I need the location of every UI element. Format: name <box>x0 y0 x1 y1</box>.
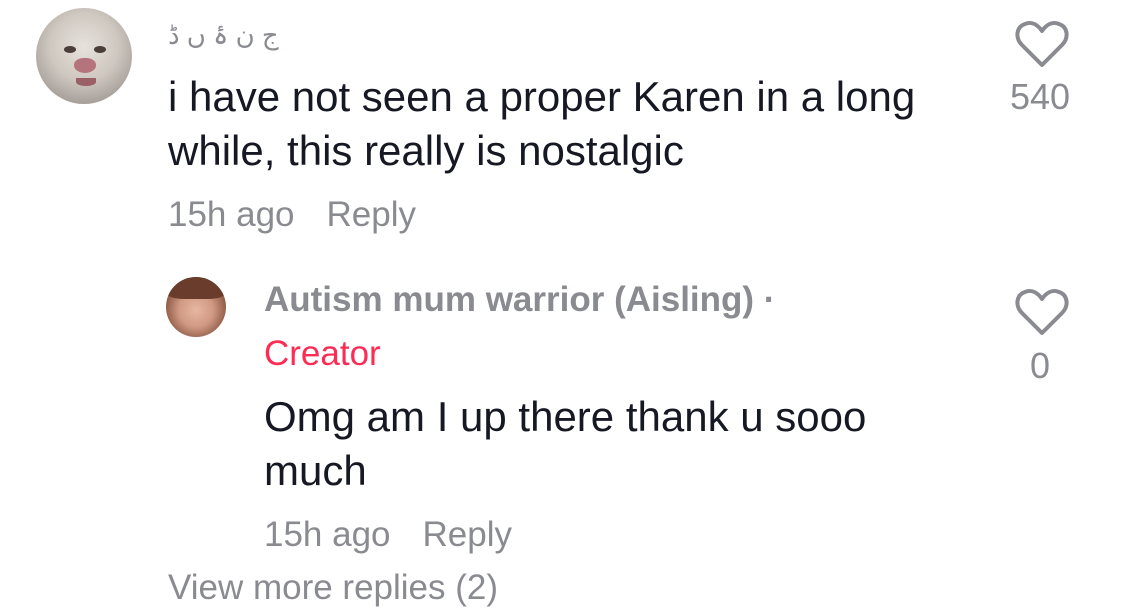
avatar-detail <box>94 46 106 53</box>
like-count: 540 <box>1009 76 1071 117</box>
commenter-avatar[interactable] <box>36 8 132 104</box>
reply-avatar[interactable] <box>166 277 226 337</box>
creator-badge: Creator <box>264 334 381 373</box>
avatar-detail <box>166 277 226 299</box>
avatar-detail <box>64 46 76 53</box>
reply-button[interactable]: Reply <box>327 195 416 234</box>
comment-meta: 15h ago Reply <box>168 195 416 235</box>
heart-outline-icon[interactable] <box>1014 286 1070 340</box>
avatar-detail <box>76 78 96 86</box>
heart-outline-icon[interactable] <box>1014 18 1070 72</box>
reply-button[interactable]: Reply <box>423 515 512 554</box>
comment-text: i have not seen a proper Karen in a long… <box>168 73 916 174</box>
reply-timestamp: 15h ago <box>264 515 391 554</box>
comment-username[interactable]: ج ن ۂ ں ڈ <box>168 20 279 51</box>
avatar-detail <box>74 58 96 73</box>
reply-username[interactable]: Autism mum warrior (Aisling) · <box>264 280 775 320</box>
reply-meta: 15h ago Reply <box>264 515 512 555</box>
reply-like-count: 0 <box>1029 345 1051 386</box>
comment-timestamp: 15h ago <box>168 195 295 234</box>
reply-text: Omg am I up there thank u sooo much <box>264 393 867 494</box>
view-more-replies-button[interactable]: View more replies (2) <box>168 568 498 608</box>
